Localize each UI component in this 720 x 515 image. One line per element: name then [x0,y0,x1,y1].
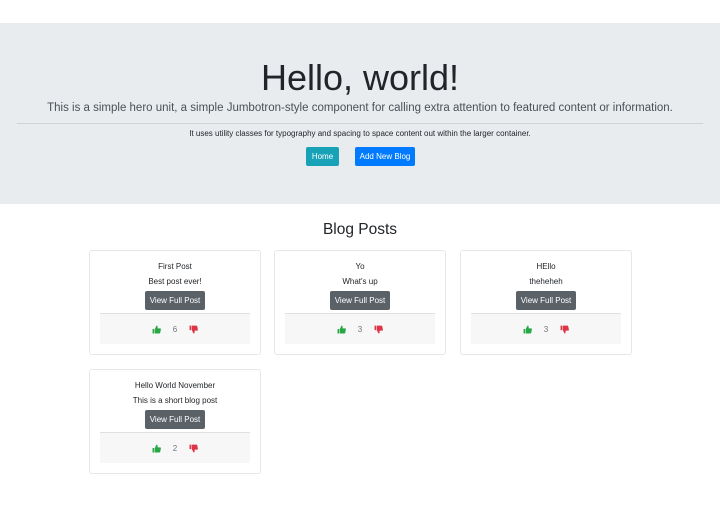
like-count: 2 [172,443,178,453]
card-title: Yo [355,262,365,271]
blog-card: Hello World November This is a short blo… [89,369,261,474]
card-text: This is a short blog post [132,396,218,405]
hero-divider [17,123,703,124]
thumbs-up-icon[interactable] [337,325,346,334]
hero-title: Hello, world! [260,57,460,98]
hero-lead: This is a simple hero unit, a simple Jum… [47,102,673,114]
thumbs-down-icon[interactable] [374,325,383,334]
like-count: 3 [357,324,363,334]
blog-posts-heading: Blog Posts [322,221,398,238]
thumbs-down-icon[interactable] [560,325,569,334]
add-new-blog-button[interactable]: Add New Blog [355,147,415,166]
view-full-post-button[interactable]: View Full Post [330,291,390,310]
blog-card: First Post Best post ever! View Full Pos… [89,250,261,355]
thumbs-up-icon[interactable] [152,325,161,334]
jumbotron: Hello, world! This is a simple hero unit… [0,23,720,204]
card-footer: 3 [471,313,621,344]
thumbs-down-icon[interactable] [189,325,198,334]
blog-card: HEllo theheheh View Full Post 3 [460,250,632,355]
like-count: 3 [543,324,549,334]
card-title: First Post [158,262,192,271]
view-full-post-button[interactable]: View Full Post [145,291,205,310]
card-footer: 6 [100,313,250,344]
thumbs-up-icon[interactable] [523,325,532,334]
thumbs-up-icon[interactable] [152,444,161,453]
thumbs-down-icon[interactable] [189,444,198,453]
card-footer: 2 [100,432,250,463]
card-text: Best post ever! [148,277,202,286]
card-title: HEllo [536,262,556,271]
view-full-post-button[interactable]: View Full Post [145,410,205,429]
home-button[interactable]: Home [306,147,339,166]
card-title: Hello World November [134,381,216,390]
card-text: theheheh [529,277,563,286]
hero-subtext: It uses utility classes for typography a… [189,129,531,138]
card-footer: 3 [285,313,435,344]
card-text: What's up [342,277,378,286]
view-full-post-button[interactable]: View Full Post [516,291,576,310]
like-count: 6 [172,324,178,334]
blog-card: Yo What's up View Full Post 3 [274,250,446,355]
